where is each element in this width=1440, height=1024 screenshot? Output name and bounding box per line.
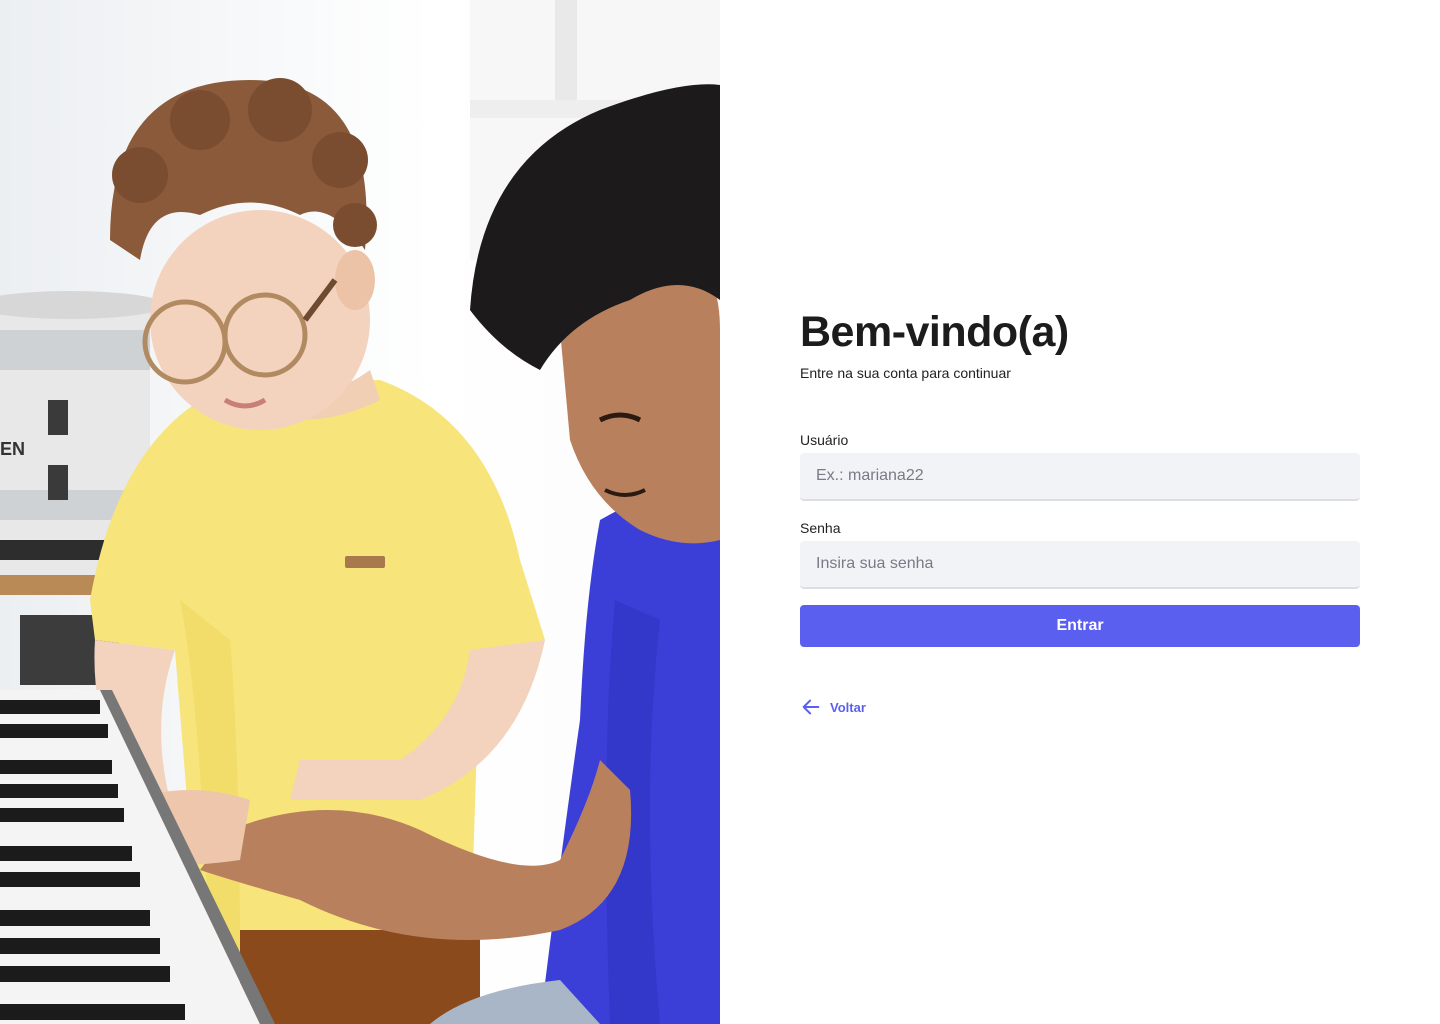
login-button[interactable]: Entrar xyxy=(800,605,1360,647)
page-title: Bem-vindo(a) xyxy=(800,308,1069,356)
username-label: Usuário xyxy=(800,432,849,448)
back-link[interactable]: Voltar xyxy=(800,696,866,718)
arrow-left-icon xyxy=(802,699,820,715)
hero-photo: EN xyxy=(0,0,720,1024)
password-label: Senha xyxy=(800,520,841,536)
username-input[interactable] xyxy=(800,453,1360,501)
svg-text:EN: EN xyxy=(0,439,25,459)
login-panel: Bem-vindo(a) Entre na sua conta para con… xyxy=(720,0,1440,1024)
kids-piano-illustration: EN xyxy=(0,0,720,1024)
page-subtitle: Entre na sua conta para continuar xyxy=(800,365,1011,381)
back-link-label: Voltar xyxy=(830,699,866,715)
password-input[interactable] xyxy=(800,541,1360,589)
